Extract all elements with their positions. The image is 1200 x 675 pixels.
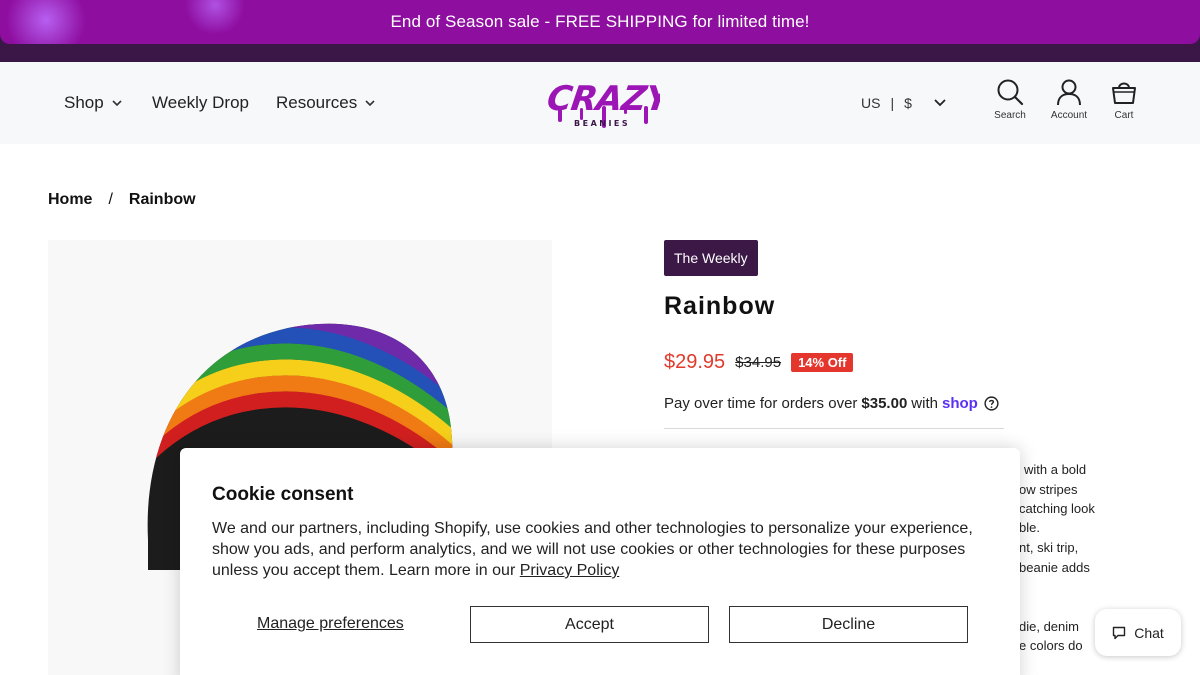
breadcrumb-separator: / bbox=[108, 191, 113, 208]
site-header: Shop Weekly Drop Resources CRAZY BEANIES… bbox=[0, 62, 1200, 144]
locale-selector[interactable]: US | $ bbox=[861, 62, 946, 144]
nav-shop-label: Shop bbox=[64, 93, 104, 112]
search-icon bbox=[997, 79, 1024, 106]
cart-label: Cart bbox=[1114, 110, 1134, 121]
chevron-down-icon bbox=[365, 99, 375, 107]
brand-logo[interactable]: CRAZY BEANIES bbox=[540, 66, 676, 136]
discount-badge: 14% Off bbox=[791, 353, 854, 372]
decorative-glow bbox=[6, 0, 86, 44]
locale-currency: $ bbox=[904, 95, 912, 111]
installments-with: with bbox=[911, 395, 938, 412]
locale-country: US bbox=[861, 95, 881, 111]
nav-weekly-drop-label: Weekly Drop bbox=[152, 93, 249, 112]
cart-icon bbox=[1112, 82, 1136, 104]
nav-resources-label: Resources bbox=[276, 93, 358, 112]
breadcrumb-home[interactable]: Home bbox=[48, 191, 92, 209]
announcement-banner: End of Season sale - FREE SHIPPING for l… bbox=[0, 0, 1200, 44]
account-icon bbox=[1057, 79, 1081, 106]
price-row: $29.95 $34.95 14% Off bbox=[664, 351, 854, 374]
divider bbox=[664, 428, 1004, 429]
description-fragment: catching look bbox=[1019, 501, 1095, 516]
installments-prefix: Pay over time for orders over bbox=[664, 395, 858, 412]
privacy-policy-link[interactable]: Privacy Policy bbox=[520, 562, 620, 579]
description-fragment: ow stripes bbox=[1019, 482, 1078, 497]
collection-badge: The Weekly bbox=[664, 240, 758, 276]
breadcrumb-current: Rainbow bbox=[128, 191, 196, 208]
accept-button[interactable]: Accept bbox=[470, 606, 709, 643]
search-button[interactable]: Search bbox=[985, 78, 1035, 121]
nav-shop[interactable]: Shop bbox=[64, 62, 122, 144]
chevron-down-icon bbox=[112, 99, 122, 107]
cookie-body: We and our partners, including Shopify, … bbox=[212, 518, 992, 581]
sale-price: $29.95 bbox=[664, 351, 726, 373]
breadcrumb: Home / Rainbow bbox=[48, 191, 196, 209]
locale-separator: | bbox=[890, 95, 895, 111]
cart-button[interactable]: Cart bbox=[1099, 78, 1149, 121]
nav-resources[interactable]: Resources bbox=[276, 62, 375, 144]
installments-amount: $35.00 bbox=[861, 395, 908, 412]
chat-label: Chat bbox=[1134, 624, 1164, 641]
announcement-bar: End of Season sale - FREE SHIPPING for l… bbox=[0, 0, 1200, 62]
manage-preferences-link[interactable]: Manage preferences bbox=[257, 615, 404, 633]
announcement-text: End of Season sale - FREE SHIPPING for l… bbox=[390, 12, 810, 31]
description-fragment: with a bold bbox=[1024, 462, 1087, 477]
description-fragment: e colors do bbox=[1019, 638, 1083, 653]
decorative-glow bbox=[185, 0, 245, 35]
decline-button[interactable]: Decline bbox=[729, 606, 968, 643]
compare-at-price: $34.95 bbox=[735, 354, 782, 371]
account-label: Account bbox=[1050, 110, 1088, 121]
shop-pay-logo: shop bbox=[941, 395, 978, 412]
description-fragment: beanie adds bbox=[1019, 560, 1090, 575]
description-fragment: ble. bbox=[1019, 520, 1040, 535]
chevron-down-icon bbox=[934, 99, 946, 107]
svg-text:BEANIES: BEANIES bbox=[574, 119, 630, 128]
description-fragment: nt, ski trip, bbox=[1019, 540, 1079, 555]
search-label: Search bbox=[994, 110, 1026, 121]
crazy-beanies-logo-graphic: CRAZY BEANIES bbox=[545, 79, 676, 128]
account-button[interactable]: Account bbox=[1044, 78, 1094, 121]
product-title: Rainbow bbox=[664, 292, 776, 320]
nav-weekly-drop[interactable]: Weekly Drop bbox=[152, 62, 249, 144]
shop-pay-installments: Pay over time for orders over $35.00 wit… bbox=[664, 395, 999, 412]
cookie-consent-dialog: Cookie consent We and our partners, incl… bbox=[180, 448, 1020, 675]
chat-button[interactable]: Chat bbox=[1095, 609, 1181, 656]
chat-bubble-icon bbox=[1113, 626, 1126, 639]
help-icon[interactable] bbox=[984, 396, 999, 411]
cookie-title: Cookie consent bbox=[212, 484, 354, 505]
description-fragment: die, denim bbox=[1019, 619, 1079, 634]
